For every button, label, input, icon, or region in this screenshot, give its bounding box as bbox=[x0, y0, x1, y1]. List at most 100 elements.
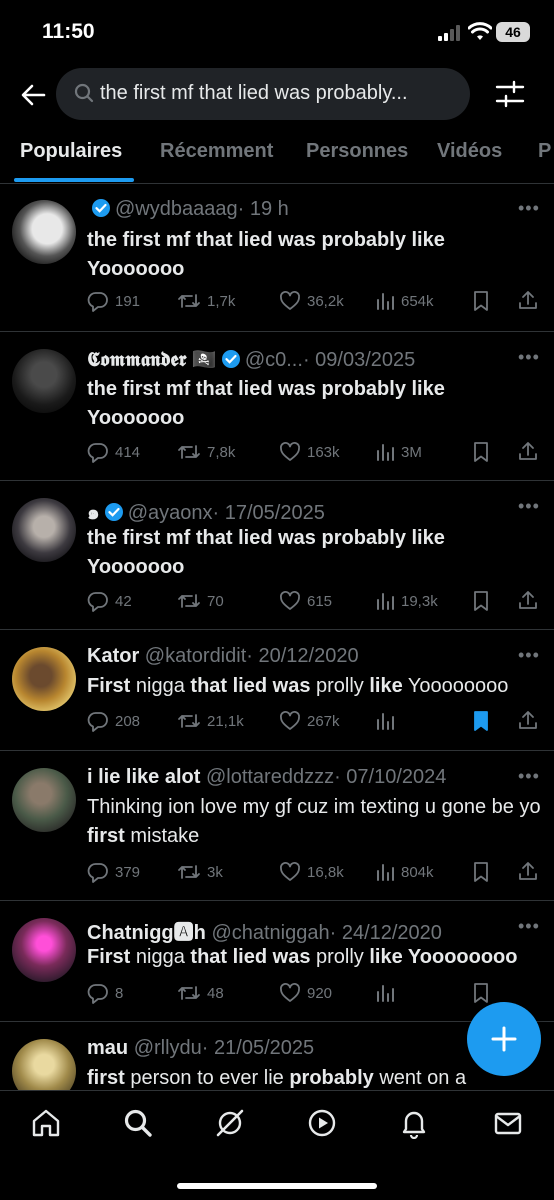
tab-more[interactable]: P bbox=[538, 140, 551, 163]
like-button[interactable]: 920 bbox=[279, 980, 332, 1006]
repost-button[interactable]: 7,8k bbox=[177, 439, 235, 465]
like-button[interactable]: 615 bbox=[279, 588, 332, 614]
tweet[interactable]: ๑ @ayaonx· 17/05/2025 ••• the first mf th… bbox=[0, 482, 554, 630]
mail-icon[interactable] bbox=[492, 1107, 524, 1139]
like-button[interactable]: 163k bbox=[279, 439, 340, 465]
search-icon[interactable] bbox=[122, 1107, 154, 1139]
tweet-actions: 42 70 615 19,3k bbox=[87, 588, 547, 614]
more-options-icon[interactable]: ••• bbox=[518, 766, 540, 787]
reply-count: 379 bbox=[115, 863, 141, 881]
bookmark-filled-icon[interactable] bbox=[471, 710, 491, 732]
handle[interactable]: @wydbaaaag bbox=[115, 198, 238, 220]
tab-populaires[interactable]: Populaires bbox=[20, 140, 122, 163]
repost-count: 3k bbox=[207, 863, 223, 881]
tab-videos[interactable]: Vidéos bbox=[437, 140, 502, 163]
repost-count: 7,8k bbox=[207, 443, 236, 461]
home-icon[interactable] bbox=[30, 1107, 62, 1139]
bookmark-icon[interactable] bbox=[471, 290, 491, 312]
reply-button[interactable]: 42 bbox=[87, 588, 132, 614]
avatar[interactable] bbox=[12, 200, 76, 264]
more-options-icon[interactable]: ••• bbox=[518, 496, 540, 517]
tweet[interactable]: Chatnigg🅰h @chatniggah· 24/12/2020 ••• F… bbox=[0, 902, 554, 1022]
tweet[interactable]: @wydbaaaag· 19 h ••• the first mf that l… bbox=[0, 184, 554, 332]
handle[interactable]: @rllydu bbox=[134, 1037, 202, 1059]
reply-button[interactable]: 8 bbox=[87, 980, 123, 1006]
bookmark-icon[interactable] bbox=[471, 590, 491, 612]
tweet-text: the first mf that lied was probably like… bbox=[87, 378, 445, 429]
share-icon[interactable] bbox=[517, 860, 539, 882]
share-icon[interactable] bbox=[517, 589, 539, 611]
tweet[interactable]: Kator @katordidit· 20/12/2020 ••• First … bbox=[0, 631, 554, 751]
repost-button[interactable]: 1,7k bbox=[177, 288, 235, 314]
repost-button[interactable]: 21,1k bbox=[177, 708, 244, 734]
display-name[interactable]: ๑ bbox=[87, 502, 100, 524]
more-options-icon[interactable]: ••• bbox=[518, 916, 540, 937]
handle[interactable]: @ayaonx bbox=[128, 502, 213, 524]
handle[interactable]: @chatniggah bbox=[211, 922, 329, 944]
bell-icon[interactable] bbox=[398, 1107, 430, 1139]
reply-button[interactable]: 208 bbox=[87, 708, 140, 734]
bookmark-icon[interactable] bbox=[471, 861, 491, 883]
search-query: the first mf that lied was probably... bbox=[100, 82, 408, 104]
tweet-header: Chatnigg🅰h @chatniggah· 24/12/2020 bbox=[87, 916, 507, 945]
views-button[interactable]: 804k bbox=[375, 859, 434, 885]
views-button[interactable] bbox=[375, 980, 401, 1006]
tweet-actions: 379 3k 16,8k 804k bbox=[87, 859, 547, 885]
like-button[interactable]: 267k bbox=[279, 708, 340, 734]
avatar[interactable] bbox=[12, 647, 76, 711]
display-name[interactable]: mau bbox=[87, 1037, 128, 1059]
like-button[interactable]: 16,8k bbox=[279, 859, 344, 885]
views-button[interactable]: 654k bbox=[375, 288, 434, 314]
share-icon[interactable] bbox=[517, 709, 539, 731]
reply-count: 414 bbox=[115, 443, 141, 461]
tweet-actions: 208 21,1k 267k bbox=[87, 708, 547, 734]
tweet-actions: 191 1,7k 36,2k 654k bbox=[87, 288, 547, 314]
share-icon[interactable] bbox=[517, 289, 539, 311]
avatar[interactable] bbox=[12, 349, 76, 413]
compose-button[interactable] bbox=[467, 1002, 541, 1076]
filter-sliders-icon[interactable] bbox=[494, 79, 526, 109]
display-name[interactable]: 𝕮𝖔𝖒𝖒𝖆𝖓𝖉𝖊𝖗 🏴‍☠️ bbox=[87, 349, 217, 371]
avatar[interactable] bbox=[12, 498, 76, 562]
views-button[interactable]: 19,3k bbox=[375, 588, 438, 614]
repost-button[interactable]: 70 bbox=[177, 588, 224, 614]
reply-button[interactable]: 379 bbox=[87, 859, 140, 885]
display-name[interactable]: i lie like alot bbox=[87, 766, 200, 788]
heart-icon bbox=[280, 983, 300, 1002]
more-options-icon[interactable]: ••• bbox=[518, 347, 540, 368]
display-name[interactable]: Kator bbox=[87, 645, 139, 667]
bookmark-icon[interactable] bbox=[471, 441, 491, 463]
handle[interactable]: @katordidit bbox=[145, 645, 246, 667]
search-input[interactable]: the first mf that lied was probably... bbox=[56, 68, 470, 120]
avatar[interactable] bbox=[12, 918, 76, 982]
like-count: 36,2k bbox=[307, 292, 344, 310]
like-button[interactable]: 36,2k bbox=[279, 288, 344, 314]
bookmark-icon[interactable] bbox=[471, 982, 491, 1004]
tweet[interactable]: 𝕮𝖔𝖒𝖒𝖆𝖓𝖉𝖊𝖗 🏴‍☠️ @c0...· 09/03/2025 ••• the… bbox=[0, 333, 554, 481]
more-options-icon[interactable]: ••• bbox=[518, 198, 540, 219]
repost-button[interactable]: 3k bbox=[177, 859, 223, 885]
handle[interactable]: @c0... bbox=[245, 349, 303, 371]
share-icon[interactable] bbox=[517, 440, 539, 462]
reply-button[interactable]: 414 bbox=[87, 439, 140, 465]
tweet-header: mau @rllydu· 21/05/2025 bbox=[87, 1037, 507, 1060]
repost-icon bbox=[178, 594, 200, 608]
views-button[interactable]: 3M bbox=[375, 439, 422, 465]
more-options-icon[interactable]: ••• bbox=[518, 645, 540, 666]
back-arrow-icon[interactable] bbox=[18, 80, 48, 110]
like-count: 920 bbox=[307, 984, 333, 1002]
tab-personnes[interactable]: Personnes bbox=[306, 140, 408, 163]
reply-button[interactable]: 191 bbox=[87, 288, 140, 314]
views-icon bbox=[377, 985, 394, 1002]
repost-count: 21,1k bbox=[207, 712, 244, 730]
grok-icon[interactable] bbox=[214, 1107, 246, 1139]
tab-recemment[interactable]: Récemment bbox=[160, 140, 273, 163]
repost-button[interactable]: 48 bbox=[177, 980, 224, 1006]
tweet[interactable]: i lie like alot @lottareddzzz· 07/10/202… bbox=[0, 752, 554, 901]
display-name[interactable]: Chatnigg🅰h bbox=[87, 922, 206, 944]
avatar[interactable] bbox=[12, 768, 76, 832]
views-button[interactable] bbox=[375, 708, 401, 734]
views-icon bbox=[377, 713, 394, 730]
handle[interactable]: @lottareddzzz bbox=[206, 766, 334, 788]
play-icon[interactable] bbox=[306, 1107, 338, 1139]
